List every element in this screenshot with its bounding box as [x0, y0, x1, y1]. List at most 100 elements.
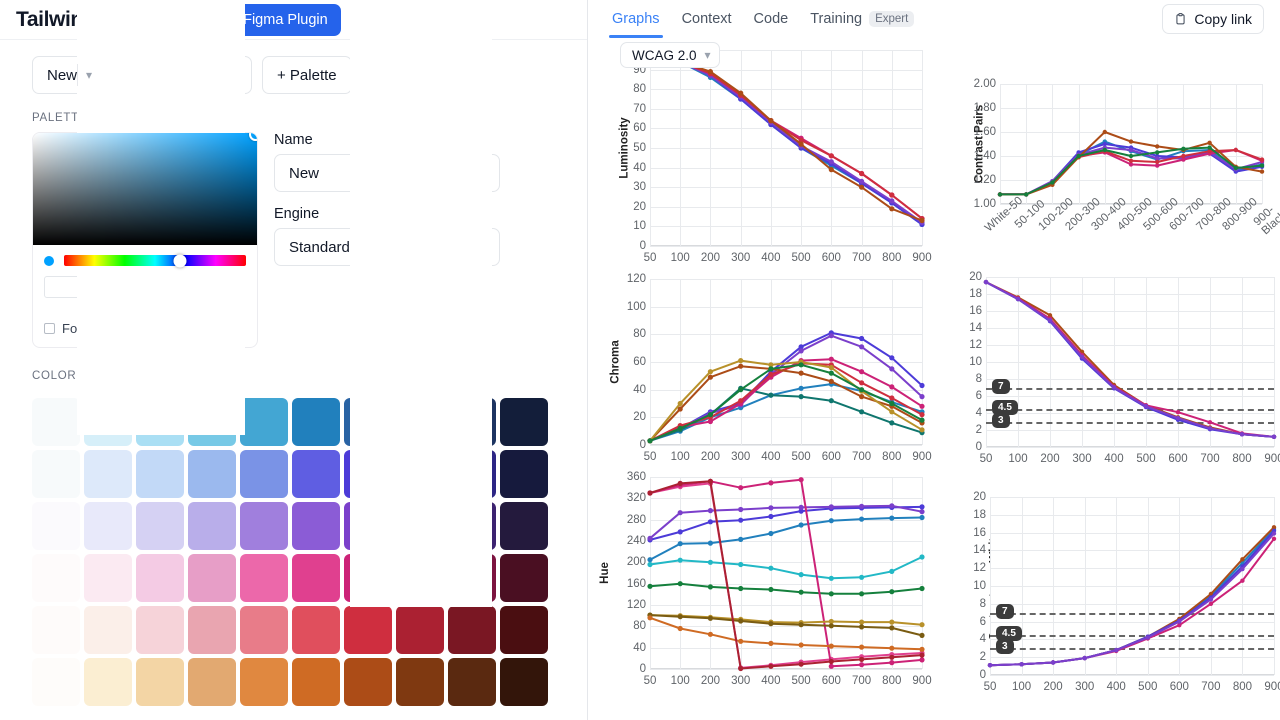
color-swatch-orange-700[interactable] [396, 658, 444, 706]
color-swatch-indigo-300[interactable] [188, 450, 236, 498]
color-swatch-rose-500[interactable] [292, 606, 340, 654]
chart-x-tick-label: 100 [670, 675, 690, 687]
chart-gridline-h [650, 362, 922, 363]
chart-gridline-h [650, 128, 922, 130]
color-swatch-indigo-50[interactable] [32, 450, 80, 498]
chart-contrast_over_white: Contrast over White024681012141618205010… [934, 465, 1280, 720]
color-swatch-orange-600[interactable] [344, 658, 392, 706]
color-swatch-blue-900[interactable] [500, 398, 548, 446]
chart-x-tick-label: 900 [1264, 453, 1280, 465]
chart-gridline-h [650, 519, 922, 521]
color-swatch-rose-900[interactable] [500, 606, 548, 654]
chart-x-tick-label: 800 [882, 451, 902, 463]
color-swatch-orange-900[interactable] [500, 658, 548, 706]
chart-x-tick-label: 300 [1072, 453, 1092, 465]
chart-gridline-h [650, 167, 922, 169]
copy-link-button[interactable]: Copy link [1162, 4, 1264, 34]
tab-context[interactable]: Context [682, 0, 732, 38]
app-root: TailwindInk Twitter Figma Plugin  [0, 0, 1280, 720]
engine-select[interactable]: Standard ▾ [274, 0, 500, 607]
chart-gridline-h [986, 379, 1274, 380]
chart-gridline-v [710, 477, 712, 669]
current-color-dot [44, 255, 54, 266]
hue-slider[interactable] [64, 254, 246, 267]
color-swatch-indigo-200[interactable] [136, 450, 184, 498]
color-swatch-indigo-100[interactable] [84, 450, 132, 498]
color-swatch-indigo-900[interactable] [500, 450, 548, 498]
chart-x-tick-label: 800 [882, 252, 902, 264]
saturation-handle[interactable] [249, 133, 257, 141]
color-swatch-pink-200[interactable] [136, 554, 184, 602]
chart-y-tick-label: 0 [639, 663, 646, 675]
chart-y-tick-label: 0 [639, 439, 646, 451]
chart-x-tick-label: 900 [912, 675, 932, 687]
color-swatch-pink-100[interactable] [84, 554, 132, 602]
color-swatch-rose-200[interactable] [136, 606, 184, 654]
chart-plot-area [650, 477, 922, 669]
chart-gridline-v [922, 279, 923, 445]
color-swatch-pink-300[interactable] [188, 554, 236, 602]
chart-gridline-v [1052, 84, 1054, 204]
chart-y-tick-label: 0 [639, 240, 646, 252]
chart-threshold-line [990, 634, 1274, 637]
color-swatch-violet-400[interactable] [240, 502, 288, 550]
color-swatch-rose-700[interactable] [396, 606, 444, 654]
chart-y-tick-label: 50 [633, 142, 646, 154]
chart-gridline-h [650, 334, 922, 336]
color-swatch-orange-800[interactable] [448, 658, 496, 706]
add-palette-button[interactable]: + Palette [262, 56, 352, 94]
color-swatch-violet-300[interactable] [188, 502, 236, 550]
chart-gridline-h [986, 345, 1274, 346]
force-picked-color-checkbox[interactable] [44, 323, 55, 334]
color-swatch-orange-100[interactable] [84, 658, 132, 706]
color-swatch-pink-50[interactable] [32, 554, 80, 602]
chart-gridline-h [986, 277, 1274, 278]
chart-gridline-v [770, 477, 772, 669]
hue-slider-knob[interactable] [173, 254, 187, 267]
chart-gridline-h [986, 447, 1274, 448]
chart-gridline-h [990, 621, 1274, 623]
color-swatch-rose-600[interactable] [344, 606, 392, 654]
color-swatch-orange-500[interactable] [292, 658, 340, 706]
color-swatch-pink-500[interactable] [292, 554, 340, 602]
color-swatch-blue-500[interactable] [292, 398, 340, 446]
chart-gridline-v [1274, 277, 1275, 447]
color-swatch-pink-900[interactable] [500, 554, 548, 602]
color-swatch-orange-200[interactable] [136, 658, 184, 706]
color-swatch-violet-100[interactable] [84, 502, 132, 550]
color-swatch-indigo-500[interactable] [292, 450, 340, 498]
chart-gridline-h [990, 550, 1274, 552]
color-swatch-violet-50[interactable] [32, 502, 80, 550]
color-swatch-rose-400[interactable] [240, 606, 288, 654]
saturation-value-area[interactable] [33, 133, 257, 245]
chart-threshold-line [986, 387, 1274, 390]
chart-gridline-h [650, 626, 922, 628]
color-swatch-blue-400[interactable] [240, 398, 288, 446]
color-swatch-rose-100[interactable] [84, 606, 132, 654]
chart-y-tick-label: 1.00 [973, 198, 996, 210]
left-panel: TailwindInk Twitter Figma Plugin  [0, 0, 588, 720]
chart-gridline-v [680, 50, 682, 246]
chart-threshold-line [990, 648, 1274, 651]
tab-graphs[interactable]: Graphs [609, 0, 663, 38]
color-swatch-orange-50[interactable] [32, 658, 80, 706]
tab-training[interactable]: Training Expert [810, 0, 915, 38]
color-swatch-violet-900[interactable] [500, 502, 548, 550]
color-swatch-blue-50[interactable] [32, 398, 80, 446]
color-swatch-indigo-400[interactable] [240, 450, 288, 498]
color-swatch-rose-800[interactable] [448, 606, 496, 654]
color-swatch-rose-50[interactable] [32, 606, 80, 654]
color-swatch-pink-400[interactable] [240, 554, 288, 602]
chart-x-tick-label: 200 [1040, 453, 1060, 465]
color-swatch-orange-400[interactable] [240, 658, 288, 706]
chart-y-tick-label: 80 [633, 83, 646, 96]
color-swatch-violet-500[interactable] [292, 502, 340, 550]
palette-select[interactable]: New ▾ [32, 0, 252, 435]
wcag-version-select[interactable]: WCAG 2.0 ▾ [620, 42, 720, 68]
color-swatch-orange-300[interactable] [188, 658, 236, 706]
color-swatch-rose-300[interactable] [188, 606, 236, 654]
chart-gridline-h [650, 477, 922, 478]
color-swatch-violet-200[interactable] [136, 502, 184, 550]
tab-code[interactable]: Code [754, 0, 789, 38]
tab-label: Graphs [612, 11, 660, 27]
